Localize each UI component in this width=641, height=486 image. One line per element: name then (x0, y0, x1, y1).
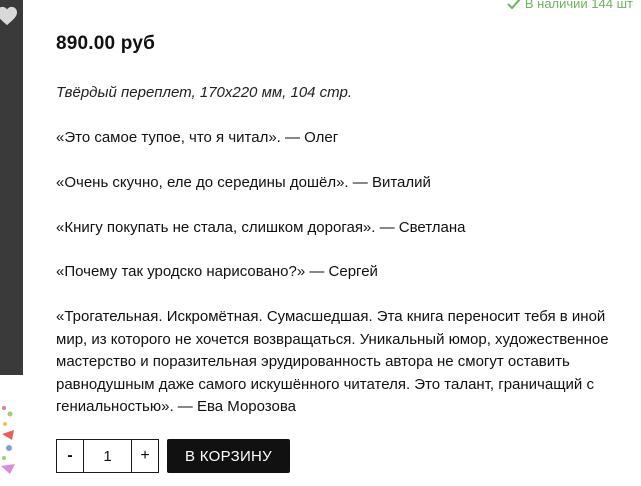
check-icon (507, 0, 520, 9)
quantity-input[interactable]: 1 (84, 440, 131, 472)
stock-text: В наличии 144 шт (524, 0, 633, 11)
review-text: «Книгу покупать не стала, слишком дорога… (56, 219, 466, 236)
review-text: «Это самое тупое, что я читал». — Олег (56, 129, 339, 146)
heart-icon[interactable] (0, 6, 18, 26)
quantity-stepper: - 1 + (56, 439, 159, 473)
add-to-cart-button[interactable]: В КОРЗИНУ (167, 439, 290, 473)
product-page: В наличии 144 шт 890.00 руб Твёрдый пере… (0, 0, 641, 486)
product-format: Твёрдый переплет, 170х220 мм, 104 стр. (56, 84, 353, 101)
decrease-quantity-button[interactable]: - (57, 440, 84, 472)
product-price: 890.00 руб (56, 33, 156, 54)
stock-status: В наличии 144 шт (507, 0, 633, 11)
review-text: «Трогательная. Искромётная. Сумасшедшая.… (56, 308, 609, 415)
increase-quantity-button[interactable]: + (131, 440, 158, 472)
gallery-thumbnail[interactable] (0, 400, 17, 480)
product-gallery[interactable] (0, 0, 23, 375)
review-text: «Очень скучно, еле до середины дошёл». —… (56, 174, 431, 191)
review-text: «Почему так уродско нарисовано?» — Серге… (56, 263, 378, 280)
